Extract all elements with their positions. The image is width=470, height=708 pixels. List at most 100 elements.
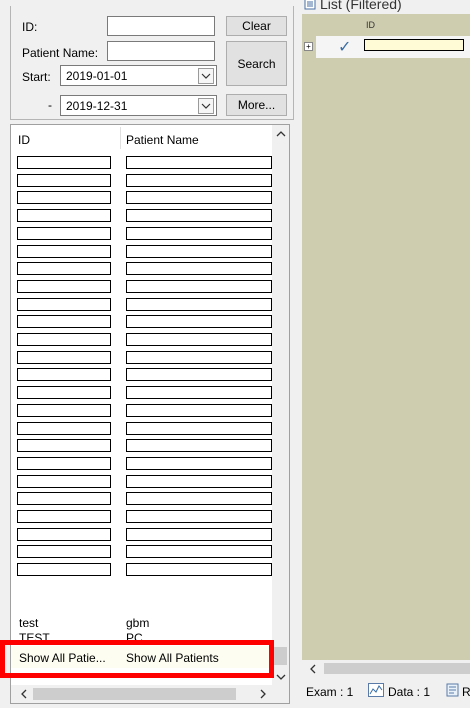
masked-id-cell xyxy=(17,528,111,541)
list-row-id[interactable]: TEST xyxy=(19,631,50,640)
scroll-thumb[interactable] xyxy=(274,647,287,665)
masked-list-row[interactable] xyxy=(11,280,273,293)
masked-list-row[interactable] xyxy=(11,298,273,311)
masked-id-cell xyxy=(17,351,111,364)
search-button[interactable]: Search xyxy=(226,41,287,86)
masked-name-cell xyxy=(126,298,272,311)
masked-list-row[interactable] xyxy=(11,262,273,275)
horizontal-scrollbar[interactable] xyxy=(11,685,289,703)
masked-name-cell xyxy=(126,191,272,204)
masked-list-row[interactable] xyxy=(11,174,273,187)
masked-list-row[interactable] xyxy=(11,245,273,258)
chevron-left-icon[interactable] xyxy=(15,685,32,703)
list-row-name[interactable]: PC xyxy=(126,631,143,640)
list-row-id[interactable]: test xyxy=(19,616,38,630)
id-field[interactable] xyxy=(107,16,215,36)
right-horizontal-scrollbar[interactable] xyxy=(302,660,470,677)
masked-id-cell xyxy=(17,510,111,523)
exam-count: Exam : 1 xyxy=(306,685,354,699)
clear-button[interactable]: Clear xyxy=(226,16,287,36)
masked-id-cell xyxy=(17,156,111,169)
masked-list-row[interactable] xyxy=(11,333,273,346)
masked-name-cell xyxy=(126,492,272,505)
chevron-down-icon[interactable] xyxy=(272,668,289,685)
list-row-clipped: TEST PC xyxy=(11,630,273,640)
masked-id-cell xyxy=(17,457,111,470)
scroll-thumb[interactable] xyxy=(33,688,236,700)
masked-list-row[interactable] xyxy=(11,209,273,222)
grid-row[interactable]: ✓ xyxy=(316,36,470,58)
patient-name-field[interactable] xyxy=(107,41,215,61)
masked-list-row[interactable] xyxy=(11,528,273,541)
masked-list-row[interactable] xyxy=(11,475,273,488)
masked-id-cell xyxy=(17,245,111,258)
masked-list-row[interactable] xyxy=(11,545,273,558)
masked-list-row[interactable] xyxy=(11,492,273,505)
masked-name-cell xyxy=(126,404,272,417)
column-divider xyxy=(120,127,121,149)
masked-id-cell xyxy=(17,386,111,399)
masked-list-row[interactable] xyxy=(11,510,273,523)
more-button[interactable]: More... xyxy=(226,94,287,116)
masked-list-row[interactable] xyxy=(11,191,273,204)
masked-list-row[interactable] xyxy=(11,439,273,452)
list-row-name[interactable]: gbm xyxy=(126,616,149,630)
masked-list-row[interactable] xyxy=(11,404,273,417)
masked-list-row[interactable] xyxy=(11,156,273,169)
masked-name-cell xyxy=(126,439,272,452)
masked-id-cell xyxy=(17,492,111,505)
scroll-thumb[interactable] xyxy=(324,663,470,674)
masked-id-cell xyxy=(17,298,111,311)
title-bar: List (Filtered) xyxy=(302,0,470,14)
masked-name-cell xyxy=(126,174,272,187)
masked-id-cell xyxy=(17,368,111,381)
masked-list-row[interactable] xyxy=(11,351,273,364)
r-label: R xyxy=(462,685,470,699)
chevron-up-icon[interactable] xyxy=(272,125,289,142)
masked-name-cell xyxy=(126,245,272,258)
masked-list-row[interactable] xyxy=(11,563,273,576)
vertical-scrollbar[interactable] xyxy=(272,125,289,685)
end-date-value: 2019-12-31 xyxy=(66,98,128,113)
chevron-left-icon[interactable] xyxy=(306,660,320,677)
masked-list-row[interactable] xyxy=(11,315,273,328)
document-icon xyxy=(446,683,460,697)
masked-name-cell xyxy=(126,563,272,576)
masked-id-field xyxy=(364,39,464,51)
patient-list[interactable]: ID Patient Name test gbm TEST PC Show Al… xyxy=(10,124,290,704)
list-icon xyxy=(304,0,316,10)
column-header-patient-name[interactable]: Patient Name xyxy=(126,133,199,147)
masked-list-row[interactable] xyxy=(11,227,273,240)
grid-area[interactable]: ID + ✓ xyxy=(302,14,470,660)
masked-name-cell xyxy=(126,528,272,541)
end-date-picker[interactable]: 2019-12-31 xyxy=(60,95,217,116)
masked-id-cell xyxy=(17,209,111,222)
masked-list-row[interactable] xyxy=(11,368,273,381)
masked-name-cell xyxy=(126,333,272,346)
masked-id-cell xyxy=(17,262,111,275)
chevron-down-icon[interactable] xyxy=(198,68,214,84)
masked-id-cell xyxy=(17,333,111,346)
column-header-id[interactable]: ID xyxy=(18,133,30,147)
patient-search-panel: ID: Clear Patient Name: Search Start: 20… xyxy=(0,0,298,708)
data-count: Data : 1 xyxy=(388,685,431,699)
chevron-right-icon[interactable] xyxy=(254,685,271,703)
chevron-down-icon[interactable] xyxy=(198,98,214,114)
masked-name-cell xyxy=(126,351,272,364)
masked-id-cell xyxy=(17,191,111,204)
masked-list-row[interactable] xyxy=(11,386,273,399)
start-label: Start: xyxy=(22,70,51,84)
masked-name-cell xyxy=(126,209,272,222)
masked-name-cell xyxy=(126,156,272,169)
masked-id-cell xyxy=(17,475,111,488)
masked-id-cell xyxy=(17,563,111,576)
status-bar: Exam : 1 Data : 1 R xyxy=(302,677,470,708)
masked-list-row[interactable] xyxy=(11,422,273,435)
masked-name-cell xyxy=(126,545,272,558)
grid-column-header-id[interactable]: ID xyxy=(366,20,375,30)
id-label: ID: xyxy=(22,20,38,34)
masked-list-row[interactable] xyxy=(11,457,273,470)
expand-button[interactable]: + xyxy=(304,42,313,51)
start-date-picker[interactable]: 2019-01-01 xyxy=(60,65,217,86)
masked-name-cell xyxy=(126,280,272,293)
